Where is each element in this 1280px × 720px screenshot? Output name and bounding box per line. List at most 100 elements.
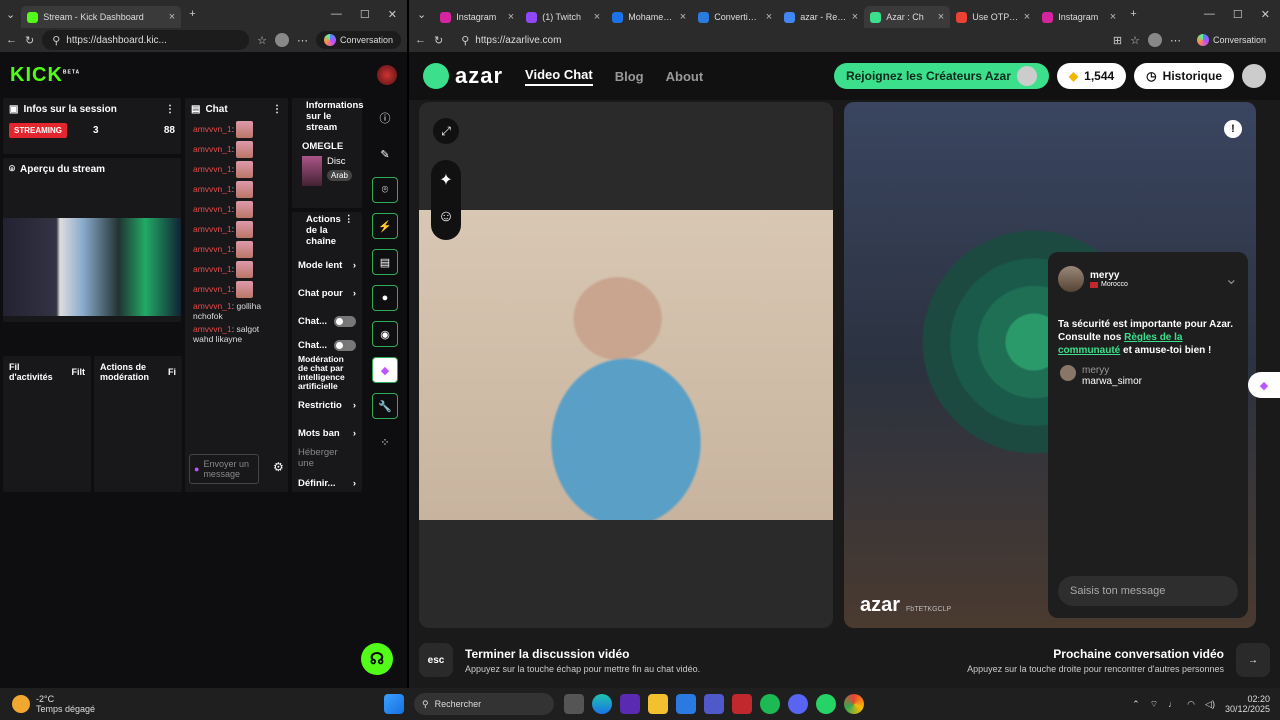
esc-button[interactable]: esc <box>419 643 453 677</box>
menu-icon[interactable]: ⋮ <box>165 104 175 115</box>
spotify-icon[interactable] <box>760 694 780 714</box>
wrench-icon[interactable]: 🔧 <box>372 393 398 419</box>
close-icon[interactable]: × <box>169 11 175 23</box>
host-input[interactable]: Héberger une <box>292 447 362 469</box>
tab-list-icon[interactable]: ⌄ <box>0 8 21 21</box>
history-button[interactable]: ◷ Historique <box>1134 63 1234 89</box>
back-icon[interactable]: ← <box>6 34 17 46</box>
chat-bubble-icon[interactable]: ● <box>372 285 398 311</box>
profile-avatar[interactable] <box>274 33 289 47</box>
close-window-icon[interactable]: ✕ <box>1261 8 1270 21</box>
tab-list-icon[interactable]: ⌄ <box>409 8 434 21</box>
toggle[interactable] <box>334 339 356 351</box>
chat-username[interactable]: amvvvn_1 <box>193 301 232 311</box>
next-chat-title[interactable]: Prochaine conversation vidéo <box>967 647 1224 661</box>
new-tab-icon[interactable]: + <box>1122 8 1144 20</box>
more-icon[interactable]: ⋯ <box>297 34 308 47</box>
message-input[interactable]: Saisis ton message <box>1058 576 1238 606</box>
chat-username[interactable]: amvvvn_1 <box>193 144 232 154</box>
new-tab-icon[interactable]: + <box>181 8 203 20</box>
tab-kick[interactable]: Stream - Kick Dashboard × <box>21 6 182 28</box>
chat-username[interactable]: amvvvn_1 <box>193 224 232 234</box>
close-icon[interactable]: × <box>766 11 772 23</box>
support-button[interactable]: ☊ <box>361 643 393 675</box>
account-avatar[interactable] <box>1242 64 1266 88</box>
chat-username[interactable]: amvvvn_1 <box>193 124 232 134</box>
apps-icon[interactable]: ⊞ <box>1113 34 1122 47</box>
chevron-up-icon[interactable]: ⌃ <box>1132 699 1140 710</box>
partner-avatar[interactable] <box>1058 266 1084 292</box>
azar-extension-icon[interactable]: ◆ <box>372 357 398 383</box>
tab-7[interactable]: Instagram × <box>1036 6 1122 28</box>
close-window-icon[interactable]: ✕ <box>388 8 397 21</box>
whatsapp-icon[interactable] <box>816 694 836 714</box>
chat-username[interactable]: amvvvn_1 <box>193 184 232 194</box>
volume-icon[interactable]: ◁) <box>1205 699 1215 710</box>
gems-button[interactable]: ◆ 1,544 <box>1056 63 1127 89</box>
menu-icon[interactable]: ⋮ <box>272 104 282 115</box>
chat-input[interactable]: ● Envoyer un message <box>189 454 259 484</box>
close-icon[interactable]: × <box>594 11 600 23</box>
kick-logo[interactable]: KICKBETA <box>10 64 80 87</box>
close-icon[interactable]: × <box>1024 11 1030 23</box>
action-slow-mode[interactable]: Mode lent › <box>292 251 362 279</box>
chat-username[interactable]: amvvvn_1 <box>193 284 232 294</box>
edit-icon[interactable]: ✎ <box>372 141 398 167</box>
profile-avatar[interactable] <box>1147 33 1162 47</box>
minimize-icon[interactable]: — <box>331 8 342 21</box>
minimize-icon[interactable]: — <box>1204 8 1215 21</box>
file-explorer-icon[interactable] <box>648 694 668 714</box>
menu-icon[interactable]: ⋮ <box>344 214 354 247</box>
toggle[interactable] <box>334 315 356 327</box>
nav-about[interactable]: About <box>666 69 704 84</box>
more-icon[interactable]: ⋯ <box>1170 34 1181 47</box>
favorite-icon[interactable]: ☆ <box>257 34 267 47</box>
document-icon[interactable]: ▤ <box>372 249 398 275</box>
creators-button[interactable]: Rejoignez les Créateurs Azar <box>833 63 1049 89</box>
refresh-icon[interactable]: ↻ <box>25 34 34 47</box>
broadcast-icon[interactable]: ◉ <box>372 321 398 347</box>
tab-3[interactable]: Convertisseur × <box>692 6 778 28</box>
tab-4[interactable]: azar - Recher × <box>778 6 864 28</box>
info-icon[interactable]: ⓘ <box>372 105 398 131</box>
action-restrictions[interactable]: Restrictio › <box>292 391 362 419</box>
chat-username[interactable]: amvvvn_1 <box>193 244 232 254</box>
action-chat-toggle-1[interactable]: Chat... <box>292 307 362 335</box>
url-field[interactable]: ⚲ https://dashboard.kic... <box>42 30 250 50</box>
ai-moderation-label[interactable]: Modération de chat par intelligence arti… <box>292 355 362 391</box>
chrome-icon[interactable] <box>844 694 864 714</box>
camera-focus-icon[interactable]: ⌾ <box>372 177 398 203</box>
lightning-icon[interactable]: ⚡ <box>372 213 398 239</box>
url-field[interactable]: ⚲ https://azarlive.com <box>451 30 1105 50</box>
close-icon[interactable]: × <box>938 11 944 23</box>
task-view-icon[interactable] <box>564 694 584 714</box>
taskbar-search[interactable]: ⚲ Rechercher <box>414 693 554 715</box>
discord-icon[interactable] <box>788 694 808 714</box>
weather-widget[interactable]: -2°C Temps dégagé <box>0 694 380 714</box>
tab-1[interactable]: (1) Twitch × <box>520 6 606 28</box>
edge-icon[interactable] <box>592 694 612 714</box>
action-define[interactable]: Définir... › <box>292 469 362 497</box>
back-icon[interactable]: ← <box>415 34 426 46</box>
settings-icon[interactable]: ⚙ <box>273 460 284 474</box>
action-chat-toggle-2[interactable]: Chat... <box>292 335 362 355</box>
tab-5[interactable]: Azar : Ch × <box>864 6 951 28</box>
expand-icon[interactable]: ⤢ <box>433 118 459 144</box>
start-icon[interactable] <box>384 694 404 714</box>
recorder-icon[interactable] <box>732 694 752 714</box>
action-chat-for[interactable]: Chat pour › <box>292 279 362 307</box>
face-filter-icon[interactable]: ☺ <box>438 208 454 226</box>
microphone-icon[interactable]: ● <box>194 464 199 474</box>
store-icon[interactable] <box>676 694 696 714</box>
clock[interactable]: 02:20 30/12/2025 <box>1225 694 1270 714</box>
activity-filter[interactable]: Filt <box>72 367 86 377</box>
azar-extension-float-icon[interactable]: ◆ <box>1248 372 1280 398</box>
avatar[interactable] <box>377 65 397 85</box>
close-icon[interactable]: × <box>680 11 686 23</box>
close-icon[interactable]: × <box>852 11 858 23</box>
azar-logo[interactable]: azar <box>423 63 503 89</box>
next-arrow-button[interactable]: → <box>1236 643 1270 677</box>
report-icon[interactable]: ! <box>1224 120 1242 138</box>
close-icon[interactable]: × <box>508 11 514 23</box>
chat-username[interactable]: amvvvn_1 <box>193 204 232 214</box>
